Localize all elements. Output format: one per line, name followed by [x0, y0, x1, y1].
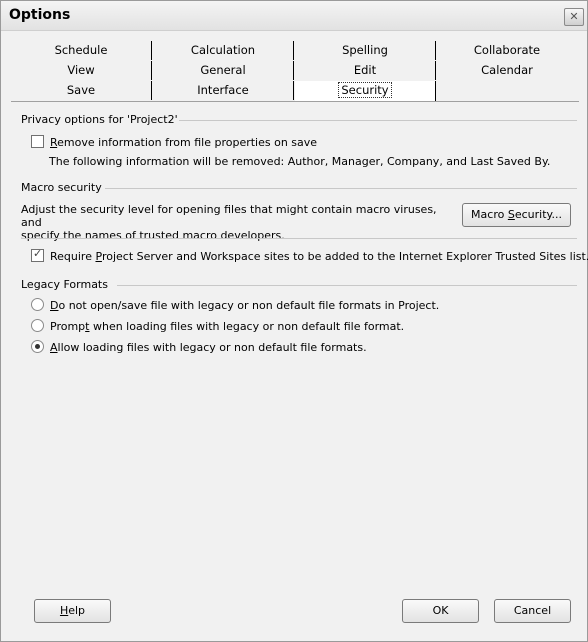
legacy-option-do-not-open[interactable]: Do not open/save file with legacy or non… [31, 298, 439, 312]
macro-divider [105, 188, 577, 189]
radio-button[interactable] [31, 298, 44, 311]
tab-interface[interactable]: Interface [153, 81, 294, 100]
tab-edit[interactable]: Edit [295, 61, 436, 80]
remove-info-checkbox-row[interactable]: Remove information from file properties … [31, 135, 317, 149]
tab-strip: Schedule Calculation Spelling Collaborat… [11, 41, 579, 101]
macro-group-label: Macro security [21, 181, 102, 194]
checkmark-icon: ✓ [33, 247, 43, 260]
radio-button[interactable] [31, 319, 44, 332]
remove-info-checkbox[interactable] [31, 135, 44, 148]
ok-button[interactable]: OK [402, 599, 479, 623]
options-dialog: Options ✕ Schedule Calculation Spelling … [0, 0, 588, 642]
tab-view[interactable]: View [11, 61, 152, 80]
help-button[interactable]: Help [34, 599, 111, 623]
legacy-option-prompt[interactable]: Prompt when loading files with legacy or… [31, 319, 404, 333]
trusted-divider [21, 238, 577, 239]
tab-general[interactable]: General [153, 61, 294, 80]
privacy-divider [179, 120, 577, 121]
dialog-title: Options [9, 7, 71, 23]
legacy-option-allow[interactable]: Allow loading files with legacy or non d… [31, 340, 367, 354]
legacy-group-label: Legacy Formats [21, 278, 108, 291]
title-bar[interactable]: Options ✕ [1, 1, 587, 31]
tab-security[interactable]: Security [295, 81, 436, 101]
tab-calendar[interactable]: Calendar [437, 61, 577, 80]
privacy-info-text: The following information will be remove… [49, 155, 551, 168]
tab-spelling[interactable]: Spelling [295, 41, 436, 60]
trusted-sites-checkbox[interactable]: ✓ [31, 247, 44, 262]
tab-schedule[interactable]: Schedule [11, 41, 152, 60]
legacy-divider [117, 285, 577, 286]
tab-calculation[interactable]: Calculation [153, 41, 294, 60]
tab-collaborate[interactable]: Collaborate [437, 41, 577, 60]
trusted-sites-checkbox-row[interactable]: ✓ Require Project Server and Workspace si… [31, 247, 588, 263]
radio-dot-icon [35, 344, 40, 349]
privacy-group-label: Privacy options for 'Project2' [21, 113, 178, 126]
cancel-button[interactable]: Cancel [494, 599, 571, 623]
tab-panel-border [11, 101, 579, 102]
macro-security-button[interactable]: Macro Security... [462, 203, 571, 227]
tab-save[interactable]: Save [11, 81, 152, 100]
radio-button-selected[interactable] [31, 340, 44, 353]
macro-description: Adjust the security level for opening fi… [21, 203, 437, 242]
close-icon[interactable]: ✕ [564, 8, 584, 26]
